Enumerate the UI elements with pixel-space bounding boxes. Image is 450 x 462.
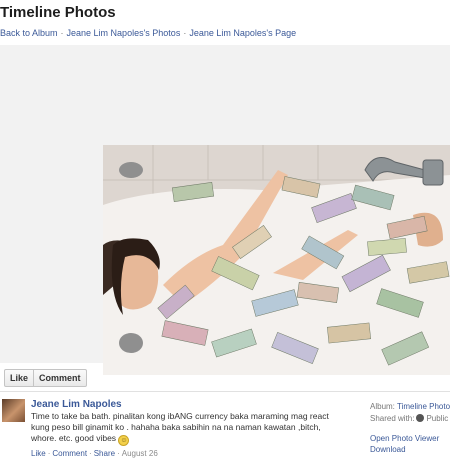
album-row: Album: Timeline Photos — [370, 402, 450, 414]
album-link[interactable]: Timeline Photos — [397, 402, 450, 411]
page-title: Timeline Photos — [0, 4, 116, 21]
caption-text: Time to take ba bath. pinalitan kong ibA… — [31, 411, 329, 443]
post-meta: Like · Comment · Share · August 26 — [31, 449, 158, 458]
avatar[interactable] — [2, 399, 25, 422]
meta-separator: · — [47, 449, 51, 458]
breadcrumb-separator: · — [183, 28, 187, 38]
meta-separator: · — [117, 449, 120, 458]
page-link[interactable]: Jeane Lim Napoles's Page — [189, 28, 296, 38]
shared-value[interactable]: Public — [426, 414, 448, 423]
meta-share-link[interactable]: Share — [94, 449, 115, 458]
open-photo-viewer-link[interactable]: Open Photo Viewer — [370, 434, 450, 443]
photo-caption: Time to take ba bath. pinalitan kong ibA… — [31, 411, 341, 446]
photo-illustration — [103, 145, 450, 375]
like-button[interactable]: Like — [5, 370, 33, 386]
breadcrumb: Back to Album · Jeane Lim Napoles's Photos… — [0, 28, 296, 38]
globe-icon[interactable] — [416, 414, 425, 422]
comment-button[interactable]: Comment — [33, 370, 86, 386]
timeline-photo[interactable] — [103, 145, 450, 375]
album-label: Album: — [370, 402, 395, 411]
shared-label: Shared with: — [370, 414, 415, 423]
meta-separator: · — [89, 449, 92, 458]
meta-like-link[interactable]: Like — [31, 449, 46, 458]
photo-sidebar: Album: Timeline Photos Shared with: Publi… — [370, 402, 450, 454]
shared-row: Shared with: Public — [370, 414, 450, 426]
divider — [0, 391, 450, 392]
post-date[interactable]: August 26 — [122, 449, 158, 458]
photos-link[interactable]: Jeane Lim Napoles's Photos — [67, 28, 181, 38]
meta-comment-link[interactable]: Comment — [52, 449, 87, 458]
back-to-album-link[interactable]: Back to Album — [0, 28, 58, 38]
photo-actions: Like Comment — [4, 369, 87, 387]
download-link[interactable]: Download — [370, 445, 450, 454]
author-name[interactable]: Jeane Lim Napoles — [31, 399, 122, 410]
photo-stage — [0, 45, 450, 375]
smiley-emoji-icon: ☺ — [118, 435, 130, 446]
breadcrumb-separator: · — [60, 28, 64, 38]
